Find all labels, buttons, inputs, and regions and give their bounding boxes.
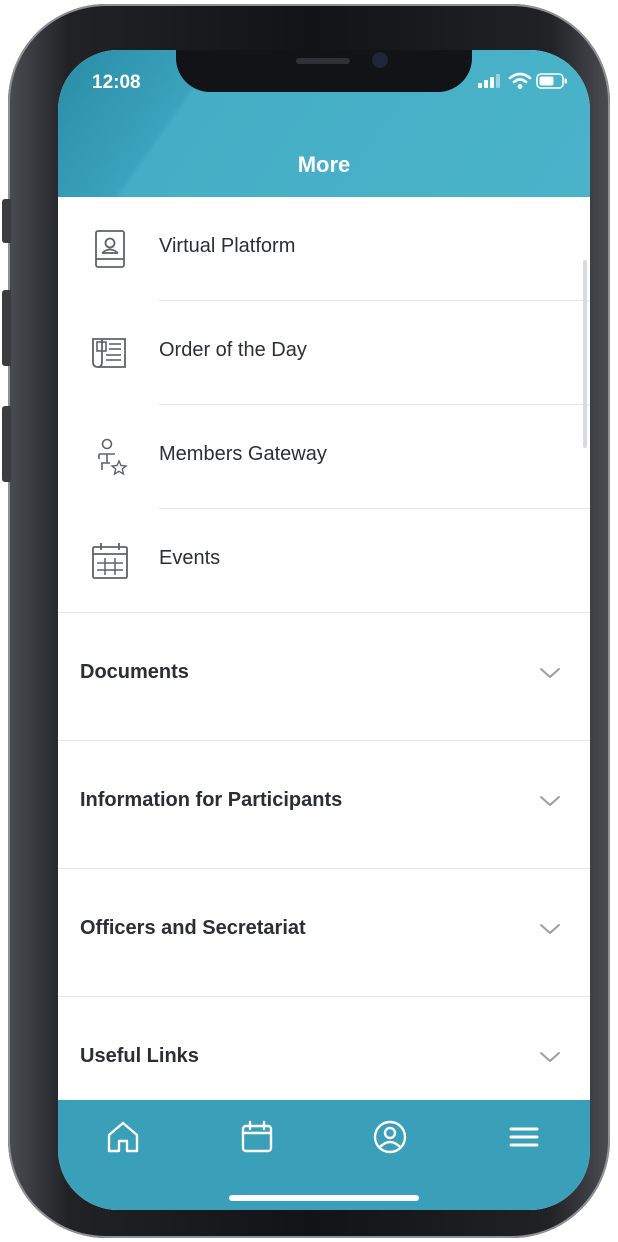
mute-switch: [2, 199, 11, 243]
screen: 12:08 More Virtual Platform Order of the…: [58, 50, 590, 1210]
volume-down-button: [2, 406, 11, 482]
battery-icon: [536, 73, 567, 89]
status-time: 12:08: [92, 72, 141, 93]
section-label: Officers and Secretariat: [80, 917, 306, 939]
scrollbar[interactable]: [583, 260, 587, 448]
chevron-down-icon: [540, 924, 560, 934]
section-information-for-participants[interactable]: Information for Participants: [58, 741, 590, 869]
chevron-down-icon: [540, 668, 560, 678]
menu-item-members-gateway[interactable]: Members Gateway: [58, 405, 590, 509]
chevron-down-icon: [540, 1052, 560, 1062]
section-documents[interactable]: Documents: [58, 613, 590, 741]
chevron-down-icon: [540, 796, 560, 806]
hamburger-menu-icon[interactable]: [505, 1118, 543, 1156]
menu-item-events[interactable]: Events: [58, 509, 590, 613]
front-camera: [374, 54, 386, 66]
signal-icon: [478, 72, 504, 92]
calendar-grid-icon: [92, 543, 128, 579]
more-menu-list: Virtual Platform Order of the Day Member…: [58, 197, 590, 1124]
home-indicator[interactable]: [229, 1195, 419, 1201]
volume-up-button: [2, 290, 11, 366]
calendar-icon[interactable]: [238, 1118, 276, 1156]
status-icons: [468, 72, 568, 92]
wifi-icon: [508, 72, 532, 89]
member-star-icon: [98, 438, 128, 476]
newspaper-icon: [92, 338, 126, 368]
menu-item-label: Virtual Platform: [159, 235, 296, 257]
section-label: Useful Links: [80, 1045, 199, 1067]
menu-item-label: Events: [159, 547, 221, 569]
id-badge-icon: [95, 230, 125, 268]
menu-item-label: Members Gateway: [159, 443, 327, 465]
speaker: [296, 58, 350, 64]
menu-item-virtual-platform[interactable]: Virtual Platform: [58, 197, 590, 301]
bottom-tab-bar: [58, 1100, 590, 1210]
notch: [176, 50, 472, 92]
home-icon[interactable]: [104, 1118, 142, 1156]
user-circle-icon[interactable]: [371, 1118, 409, 1156]
phone-frame: 12:08 More Virtual Platform Order of the…: [2, 4, 610, 1238]
app-header: 12:08 More: [58, 50, 590, 197]
menu-item-label: Order of the Day: [159, 339, 307, 361]
section-officers-and-secretariat[interactable]: Officers and Secretariat: [58, 869, 590, 997]
page-title: More: [297, 152, 351, 177]
menu-item-order-of-the-day[interactable]: Order of the Day: [58, 301, 590, 405]
section-label: Information for Participants: [80, 789, 343, 811]
section-label: Documents: [80, 661, 189, 683]
